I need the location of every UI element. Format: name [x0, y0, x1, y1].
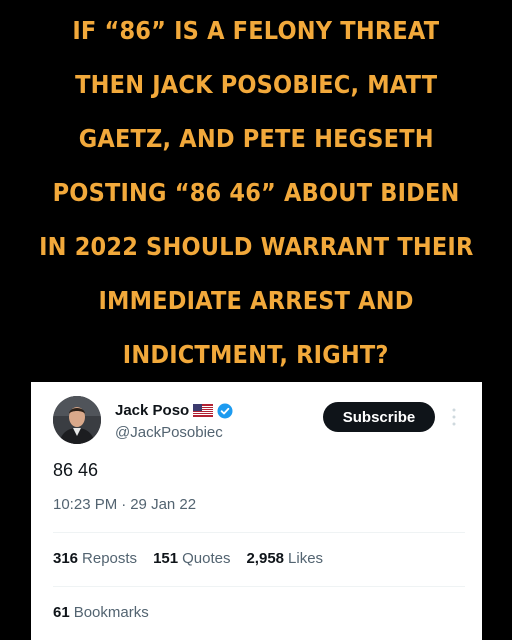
likes-stat[interactable]: 2,958 Likes — [246, 550, 323, 567]
headline-line-2: then Jack Posobiec, Matt — [74, 70, 438, 99]
divider — [53, 586, 465, 587]
subscribe-button[interactable]: Subscribe — [323, 402, 435, 432]
verified-badge-icon — [217, 403, 233, 419]
headline-line-3: Gaetz, and Pete Hegseth — [78, 124, 434, 153]
bookmarks-count: 61 — [53, 604, 70, 621]
handle[interactable]: @JackPosobiec — [115, 424, 223, 441]
quotes-label: Quotes — [182, 550, 231, 567]
bookmarks-stat[interactable]: 61 Bookmarks — [53, 604, 149, 621]
quotes-stat[interactable]: 151 Quotes — [153, 550, 230, 567]
tweet-card: Jack Poso @JackPosobiec Subscribe 86 46 … — [31, 382, 482, 640]
quotes-count: 151 — [153, 550, 179, 567]
likes-count: 2,958 — [246, 550, 285, 567]
us-flag-icon — [193, 404, 214, 417]
headline-line-4: posting “86 46” about Biden — [52, 178, 460, 207]
display-name-row: Jack Poso — [115, 402, 233, 419]
tweet-text: 86 46 — [53, 460, 99, 480]
tweet-time: 10:23 PM — [53, 496, 118, 513]
engagement-stats: 316 Reposts 151 Quotes 2,958 Likes — [53, 550, 339, 567]
avatar-portrait — [53, 396, 101, 444]
divider — [53, 532, 465, 533]
headline-line-5: in 2022 should warrant their — [38, 232, 474, 261]
reposts-stat[interactable]: 316 Reposts — [53, 550, 137, 567]
avatar[interactable] — [53, 396, 101, 444]
bookmarks-label: Bookmarks — [73, 604, 149, 621]
reposts-label: Reposts — [82, 550, 138, 567]
headline-line-7: indictment, right? — [123, 340, 389, 369]
tweet-date: 29 Jan 22 — [130, 496, 197, 513]
headline-line-1: If “86” is a felony threat — [72, 16, 440, 45]
likes-label: Likes — [288, 550, 324, 567]
headline-overlay: If “86” is a felony threat then Jack Pos… — [0, 0, 512, 382]
reposts-count: 316 — [53, 550, 79, 567]
more-options-icon[interactable] — [449, 406, 459, 428]
display-name[interactable]: Jack Poso — [115, 402, 189, 419]
headline-line-6: immediate arrest and — [98, 286, 414, 315]
timestamp-separator: · — [121, 496, 127, 513]
tweet-timestamp[interactable]: 10:23 PM · 29 Jan 22 — [53, 496, 196, 513]
